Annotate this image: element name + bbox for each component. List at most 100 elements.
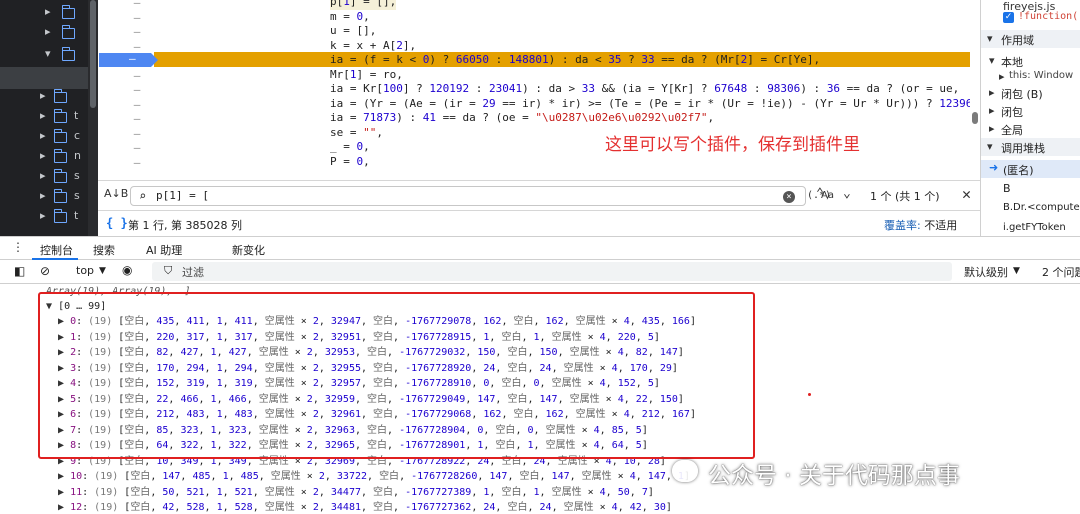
callstack-frame[interactable]: i.getFYToken xyxy=(1003,222,1066,233)
breakpoint-code-snippet[interactable]: !function( xyxy=(1018,11,1078,22)
log-level-chevron-icon[interactable]: ▼ xyxy=(1013,266,1020,276)
search-query[interactable]: p[1] = [ xyxy=(156,189,209,202)
chevron-right-icon[interactable]: ▸ xyxy=(45,25,51,38)
file-tree-item[interactable]: ▸ t xyxy=(0,108,88,128)
file-tree-item[interactable]: ▸ s xyxy=(0,168,88,188)
breakpoint-marker[interactable] xyxy=(99,53,158,67)
drawer-menu-icon[interactable]: ⋮ xyxy=(12,240,24,254)
scope-expand-icon[interactable]: ▾ xyxy=(987,32,993,45)
callstack-frame[interactable]: B xyxy=(1003,182,1011,195)
scope-title[interactable]: 作用域 xyxy=(1001,32,1034,48)
row-expand-icon[interactable]: ▶ xyxy=(58,471,64,482)
gutter-line-marker[interactable]: – xyxy=(131,141,143,155)
code-line[interactable]: k = x + A[2], xyxy=(330,39,416,54)
gutter-line-marker[interactable]: – xyxy=(131,83,143,97)
chevron-down-icon[interactable]: ▼ xyxy=(99,266,106,276)
code-line[interactable]: _ = 0, xyxy=(330,140,370,155)
this-expand-icon[interactable]: ▸ xyxy=(999,70,1005,83)
clear-search-icon[interactable]: × xyxy=(783,191,795,203)
closure-b-expand-icon[interactable]: ▸ xyxy=(989,86,995,99)
row-expand-icon[interactable]: ▶ xyxy=(58,502,64,513)
array-length: (19) xyxy=(94,471,119,482)
file-tree-item[interactable]: ▸ s xyxy=(0,188,88,208)
row-expand-icon[interactable]: ▶ xyxy=(58,487,64,498)
file-tree-item[interactable]: ▸ xyxy=(0,4,88,24)
global-expand-icon[interactable]: ▸ xyxy=(989,122,995,135)
callstack-expand-icon[interactable]: ▾ xyxy=(987,140,993,153)
gutter-line-marker[interactable]: – xyxy=(131,127,143,141)
code-line[interactable]: ia = 71873) : 41 == da ? (oe = "\u0287\u… xyxy=(330,111,714,126)
file-tree-item[interactable]: ▸ n xyxy=(0,148,88,168)
code-line[interactable]: se = "", xyxy=(330,126,383,141)
scope-local[interactable]: 本地 xyxy=(1001,54,1023,70)
code-line[interactable]: ia = Kr[100] ? 120192 : 23041) : da > 33… xyxy=(330,82,959,97)
editor-gutter[interactable]: – – – – – – – – – – – xyxy=(98,0,154,180)
replace-toggle-icon[interactable]: A↓B xyxy=(104,187,128,200)
console-array-row[interactable]: ▶ 12: (19) [空白, 42, 528, 1, 528, 空属性 × 2… xyxy=(0,500,1080,514)
gutter-line-marker[interactable]: – xyxy=(131,156,143,170)
pretty-print-icon[interactable]: { } xyxy=(106,216,128,230)
tab-console[interactable]: 控制台 xyxy=(40,242,73,258)
breakpoint-checkbox[interactable]: ✓ xyxy=(1003,12,1014,23)
chevron-right-icon[interactable]: ▸ xyxy=(40,89,46,102)
scope-global[interactable]: 全局 xyxy=(1001,122,1023,138)
gutter-line-marker[interactable]: – xyxy=(131,0,143,10)
code-line[interactable]: ia = (Yr = (Ae = (ir = 29 == ir) * ir) >… xyxy=(330,97,980,112)
local-expand-icon[interactable]: ▾ xyxy=(989,54,995,67)
chevron-right-icon[interactable]: ▸ xyxy=(45,5,51,18)
code-editor[interactable]: – – – – – – – – – – – – p[1] = [], m = 0, u = [], k =… xyxy=(98,0,980,180)
gutter-line-marker[interactable]: – xyxy=(131,69,143,83)
scope-closure[interactable]: 闭包 xyxy=(1001,104,1023,120)
chevron-right-icon[interactable]: ▸ xyxy=(40,149,46,162)
sidebar-toggle-icon[interactable]: ◧ xyxy=(14,264,25,278)
chevron-right-icon[interactable]: ▸ xyxy=(40,169,46,182)
chevron-right-icon[interactable]: ▸ xyxy=(40,209,46,222)
code-line[interactable]: u = [], xyxy=(330,24,376,39)
file-tree-item-label: t xyxy=(74,209,79,222)
code-line[interactable]: P = 0, xyxy=(330,155,370,170)
gutter-line-marker[interactable]: – xyxy=(131,98,143,112)
tab-search[interactable]: 搜索 xyxy=(93,242,115,258)
file-tree-scroll-thumb[interactable] xyxy=(90,0,96,108)
chevron-right-icon[interactable]: ▸ xyxy=(40,109,46,122)
callstack-frame[interactable]: B.Dr.<compute xyxy=(1003,202,1080,213)
gutter-line-marker[interactable]: – xyxy=(131,112,143,126)
console-filter-input[interactable] xyxy=(152,262,952,281)
close-search-icon[interactable]: ✕ xyxy=(962,185,971,203)
tab-whats-new[interactable]: 新变化 xyxy=(232,242,265,258)
scope-closure-b[interactable]: 闭包 (B) xyxy=(1001,86,1043,102)
gutter-line-marker[interactable]: – xyxy=(131,11,143,25)
search-input[interactable]: ⌕ p[1] = [ × (.*) Aa xyxy=(130,186,834,206)
tab-ai-assistant[interactable]: AI 助理 xyxy=(146,242,182,258)
issues-count[interactable]: 2 个问题 xyxy=(1042,264,1080,280)
previous-match-icon[interactable]: ⌃ xyxy=(816,186,824,201)
file-tree-item[interactable]: ▸ t xyxy=(0,208,88,228)
code-line[interactable]: ia = (f = k < 0) ? 66050 : 148801) : da … xyxy=(330,53,820,68)
next-match-icon[interactable]: ⌄ xyxy=(843,186,851,201)
chevron-right-icon[interactable]: ▸ xyxy=(40,189,46,202)
editor-scroll-thumb[interactable] xyxy=(972,112,978,124)
file-tree-item[interactable]: ▸ xyxy=(0,24,88,44)
gutter-line-marker[interactable]: – xyxy=(131,25,143,39)
closure-expand-icon[interactable]: ▸ xyxy=(989,104,995,117)
file-tree-item[interactable]: ▸ xyxy=(0,88,88,108)
callstack-title[interactable]: 调用堆栈 xyxy=(1001,140,1045,156)
filter-placeholder: 过滤 xyxy=(182,266,204,279)
file-tree-item[interactable] xyxy=(0,68,88,88)
code-line[interactable]: p[1] = [], xyxy=(330,0,397,10)
live-expression-eye-icon[interactable]: ◉ xyxy=(122,263,132,277)
clear-console-icon[interactable]: ⊘ xyxy=(40,264,50,278)
editor-scrollbar[interactable] xyxy=(970,0,980,180)
folder-icon xyxy=(53,209,67,223)
search-icon: ⌕ xyxy=(139,189,147,203)
chevron-down-icon[interactable]: ▾ xyxy=(45,47,51,60)
log-level-dropdown[interactable]: 默认级别 xyxy=(964,264,1008,280)
file-tree-item[interactable]: ▾ xyxy=(0,46,88,66)
code-line[interactable]: m = 0, xyxy=(330,10,370,25)
callstack-frame[interactable]: (匿名) xyxy=(1003,162,1034,178)
file-tree-item[interactable]: ▸ c xyxy=(0,128,88,148)
scope-this-item[interactable]: this: Window xyxy=(1009,70,1073,81)
chevron-right-icon[interactable]: ▸ xyxy=(40,129,46,142)
context-selector[interactable]: top xyxy=(76,264,94,277)
code-line[interactable]: Mr[1] = ro, xyxy=(330,68,403,83)
